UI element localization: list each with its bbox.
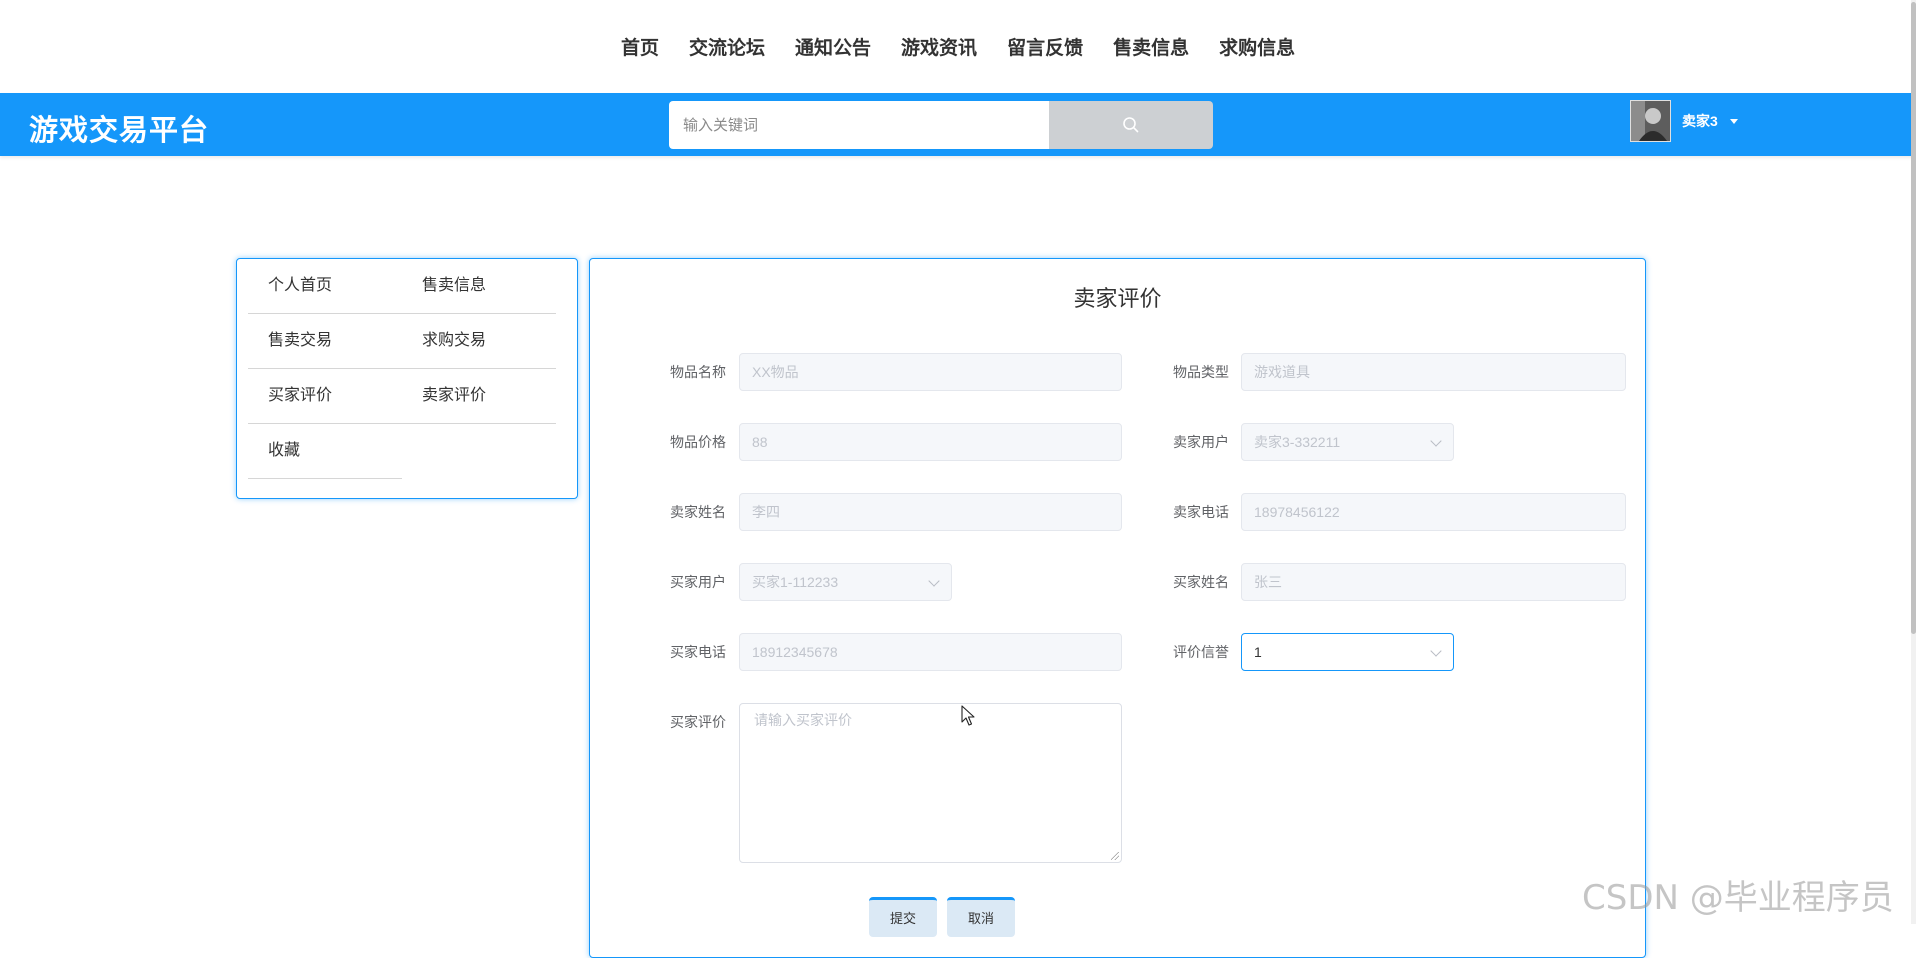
side-item-sale-trade[interactable]: 售卖交易 — [248, 314, 402, 369]
form-title: 卖家评价 — [1073, 286, 1162, 311]
nav-item-home[interactable]: 首页 — [621, 36, 659, 62]
avatar-image-icon — [1631, 101, 1670, 141]
site-logo[interactable]: 游戏交易平台 — [29, 107, 209, 149]
username: 卖家3 — [1682, 113, 1718, 129]
watermark: CSDN @毕业程序员 — [1582, 878, 1894, 918]
nav-item-forum[interactable]: 交流论坛 — [689, 36, 765, 62]
rating-label: 评价信誉 — [1173, 644, 1229, 660]
side-item-seller-review[interactable]: 卖家评价 — [402, 369, 556, 424]
item-name-field[interactable]: XX物品 — [739, 353, 1122, 391]
rating-value: 1 — [1254, 644, 1262, 660]
buyer-review-textarea[interactable]: 请输入买家评价 — [739, 703, 1122, 863]
side-menu-panel: 个人首页 售卖信息 售卖交易 求购交易 买家评价 卖家评价 收藏 — [236, 258, 578, 499]
nav-item-game-news[interactable]: 游戏资讯 — [901, 36, 977, 62]
buyer-phone-label: 买家电话 — [670, 644, 726, 660]
search-icon — [1123, 117, 1139, 133]
chevron-down-icon — [1430, 645, 1442, 657]
seller-user-select[interactable]: 卖家3-332211 — [1241, 423, 1454, 461]
side-item-sale-info[interactable]: 售卖信息 — [402, 259, 556, 314]
scrollbar-thumb[interactable] — [1911, 2, 1916, 634]
buyer-name-label: 买家姓名 — [1173, 574, 1229, 590]
seller-name-label: 卖家姓名 — [670, 504, 726, 520]
rating-select[interactable]: 1 — [1241, 633, 1454, 671]
seller-phone-field[interactable]: 18978456122 — [1241, 493, 1626, 531]
form-panel: 卖家评价 物品名称 XX物品 物品类型 游戏道具 物品价格 88 卖家用户 卖家… — [589, 258, 1646, 958]
seller-user-value: 卖家3-332211 — [1254, 434, 1341, 450]
mouse-pointer-icon — [961, 705, 975, 726]
side-item-favorites[interactable]: 收藏 — [248, 424, 402, 479]
caret-down-icon[interactable] — [1729, 118, 1738, 124]
chevron-down-icon — [928, 575, 940, 587]
item-type-label: 物品类型 — [1173, 364, 1229, 380]
header-bar: 游戏交易平台 卖家3 — [0, 93, 1916, 156]
side-menu: 个人首页 售卖信息 售卖交易 求购交易 买家评价 卖家评价 收藏 — [248, 259, 556, 479]
buyer-review-label: 买家评价 — [670, 714, 726, 730]
search-button[interactable] — [1049, 101, 1213, 149]
nav-item-notice[interactable]: 通知公告 — [795, 36, 871, 62]
user-menu[interactable]: 卖家3 — [1630, 100, 1738, 142]
seller-phone-label: 卖家电话 — [1173, 504, 1229, 520]
top-nav-list: 首页 交流论坛 通知公告 游戏资讯 留言反馈 售卖信息 求购信息 — [621, 36, 1295, 62]
item-name-label: 物品名称 — [670, 364, 726, 380]
side-item-buyer-review[interactable]: 买家评价 — [248, 369, 402, 424]
buyer-name-field[interactable]: 张三 — [1241, 563, 1626, 601]
nav-item-sale-info[interactable]: 售卖信息 — [1113, 36, 1189, 62]
buyer-user-select[interactable]: 买家1-112233 — [739, 563, 952, 601]
buyer-review-placeholder: 请输入买家评价 — [754, 712, 852, 728]
top-nav: 首页 交流论坛 通知公告 游戏资讯 留言反馈 售卖信息 求购信息 — [0, 0, 1916, 93]
seller-user-label: 卖家用户 — [1173, 434, 1229, 450]
nav-item-purchase-info[interactable]: 求购信息 — [1219, 36, 1295, 62]
side-item-purchase-trade[interactable]: 求购交易 — [402, 314, 556, 369]
page-scrollbar[interactable] — [1911, 0, 1916, 924]
buyer-user-value: 买家1-112233 — [752, 574, 839, 590]
buyer-phone-field[interactable]: 18912345678 — [739, 633, 1122, 671]
item-type-field[interactable]: 游戏道具 — [1241, 353, 1626, 391]
avatar — [1630, 100, 1671, 142]
search-input[interactable] — [669, 101, 1049, 149]
side-item-personal-home[interactable]: 个人首页 — [248, 259, 402, 314]
resize-handle-icon[interactable] — [1111, 852, 1119, 860]
cancel-button[interactable]: 取消 — [947, 897, 1015, 937]
item-price-label: 物品价格 — [670, 434, 726, 450]
submit-button[interactable]: 提交 — [869, 897, 937, 937]
item-price-field[interactable]: 88 — [739, 423, 1122, 461]
seller-name-field[interactable]: 李四 — [739, 493, 1122, 531]
buyer-user-label: 买家用户 — [670, 574, 726, 590]
chevron-down-icon — [1430, 435, 1442, 447]
nav-item-feedback[interactable]: 留言反馈 — [1007, 36, 1083, 62]
search-box — [669, 101, 1213, 149]
